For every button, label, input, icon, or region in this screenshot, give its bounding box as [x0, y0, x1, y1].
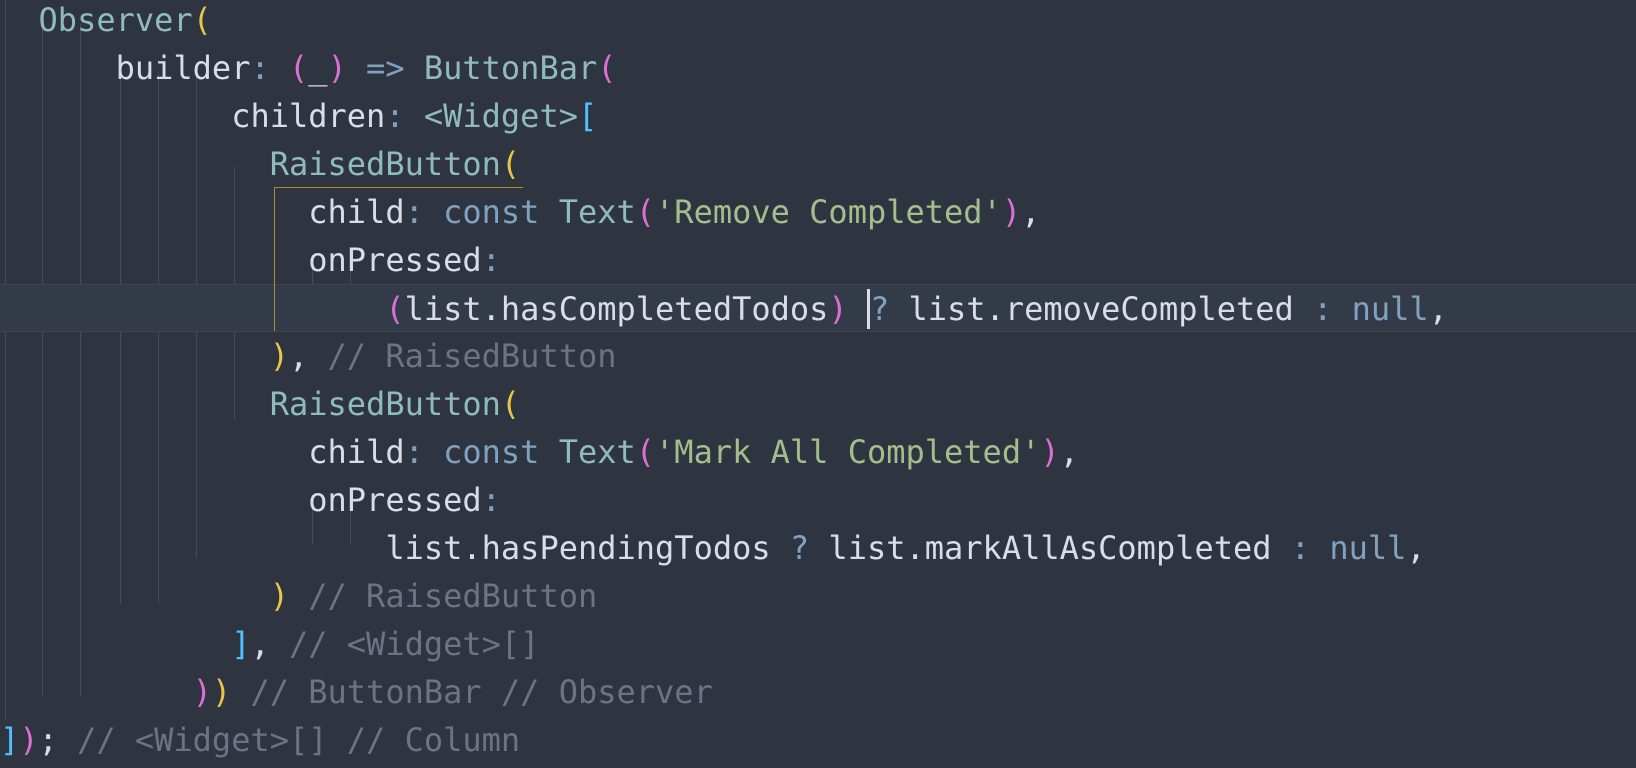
code-token: Text [558, 433, 636, 471]
code-token: ) [269, 337, 289, 375]
code-token: ( [288, 49, 309, 87]
code-token: , [1021, 193, 1041, 231]
code-token: ? [869, 290, 909, 328]
code-token: <Widget> [423, 97, 578, 135]
bracket-match-highlight [274, 187, 523, 331]
code-token: Observer [38, 1, 193, 39]
code-token: , [1428, 290, 1448, 328]
code-line[interactable]: ) // RaisedButton [0, 572, 1636, 620]
code-token: , [250, 625, 289, 663]
code-token: : [385, 97, 424, 135]
code-token: ] [0, 721, 20, 759]
code-token: onPressed [0, 481, 482, 519]
code-line[interactable]: builder: (_) => ButtonBar( [0, 44, 1636, 92]
code-token: ; [38, 721, 78, 759]
code-token: => [346, 49, 424, 87]
code-line[interactable]: ], // <Widget>[] [0, 620, 1636, 668]
code-token: 'Mark All Completed' [655, 433, 1041, 471]
code-token: ( [500, 385, 521, 423]
code-token: ) [192, 673, 212, 711]
code-token: ) [327, 49, 347, 87]
code-token: ? [789, 529, 829, 567]
code-line[interactable]: list.hasPendingTodos ? list.markAllAsCom… [0, 524, 1636, 572]
code-token: // <Widget>[] // Column [77, 721, 521, 759]
code-line-current[interactable]: (list.hasCompletedTodos) ? list.removeCo… [0, 284, 1636, 332]
code-line[interactable]: RaisedButton( [0, 140, 1636, 188]
code-line[interactable]: child: const Text('Mark All Completed'), [0, 428, 1636, 476]
code-line[interactable]: child: const Text('Remove Completed'), [0, 188, 1636, 236]
code-token: ( [500, 145, 521, 183]
code-token: // RaisedButton [327, 337, 617, 375]
code-token: ) [1001, 193, 1022, 231]
code-line[interactable]: Observer( [0, 0, 1636, 44]
code-line[interactable]: ]); // <Widget>[] // Column [0, 716, 1636, 764]
code-token: [ [577, 97, 598, 135]
code-line[interactable]: children: <Widget>[ [0, 92, 1636, 140]
code-token: : [404, 433, 444, 471]
code-token: list.markAllAsCompleted [828, 529, 1291, 567]
code-token: ( [635, 433, 656, 471]
code-token: children [0, 97, 386, 135]
code-line[interactable]: onPressed: [0, 236, 1636, 284]
code-token: ButtonBar [423, 49, 598, 87]
code-token: ) [828, 290, 848, 328]
code-token: // ButtonBar // Observer [250, 673, 713, 711]
code-token: : [1313, 290, 1352, 328]
code-token: ] [231, 625, 251, 663]
code-token: ( [635, 193, 656, 231]
code-token: _ [308, 49, 328, 87]
code-token: Text [558, 193, 636, 231]
code-token: ) [269, 577, 289, 615]
code-token: : [1290, 529, 1330, 567]
code-token: RaisedButton [269, 145, 501, 183]
code-token: // RaisedButton [308, 577, 598, 615]
code-line[interactable]: ), // RaisedButton [0, 332, 1636, 380]
code-token: RaisedButton [269, 385, 501, 423]
code-token: list.removeCompleted [908, 290, 1314, 328]
code-editor[interactable]: Observer( builder: (_) => ButtonBar( chi… [0, 0, 1636, 768]
code-token: list.hasPendingTodos [0, 529, 790, 567]
code-token: , [1406, 529, 1426, 567]
code-token: null [1329, 529, 1407, 567]
code-token: null [1351, 290, 1429, 328]
code-token: builder [0, 49, 251, 87]
code-token: const [443, 433, 559, 471]
code-token: , [288, 337, 328, 375]
code-token: ( [597, 49, 617, 87]
code-token: : [250, 49, 289, 87]
code-token: ) [19, 721, 39, 759]
code-line[interactable]: onPressed: [0, 476, 1636, 524]
code-token: ( [192, 1, 212, 39]
code-token: // <Widget>[] [288, 625, 540, 663]
code-token: ) [1040, 433, 1060, 471]
code-token: ) [211, 673, 232, 711]
code-token: 'Remove Completed' [655, 193, 1002, 231]
code-token: child [0, 433, 405, 471]
code-line[interactable]: )) // ButtonBar // Observer [0, 668, 1636, 716]
code-token: , [1059, 433, 1079, 471]
code-token: : [481, 481, 501, 519]
code-line[interactable]: RaisedButton( [0, 380, 1636, 428]
